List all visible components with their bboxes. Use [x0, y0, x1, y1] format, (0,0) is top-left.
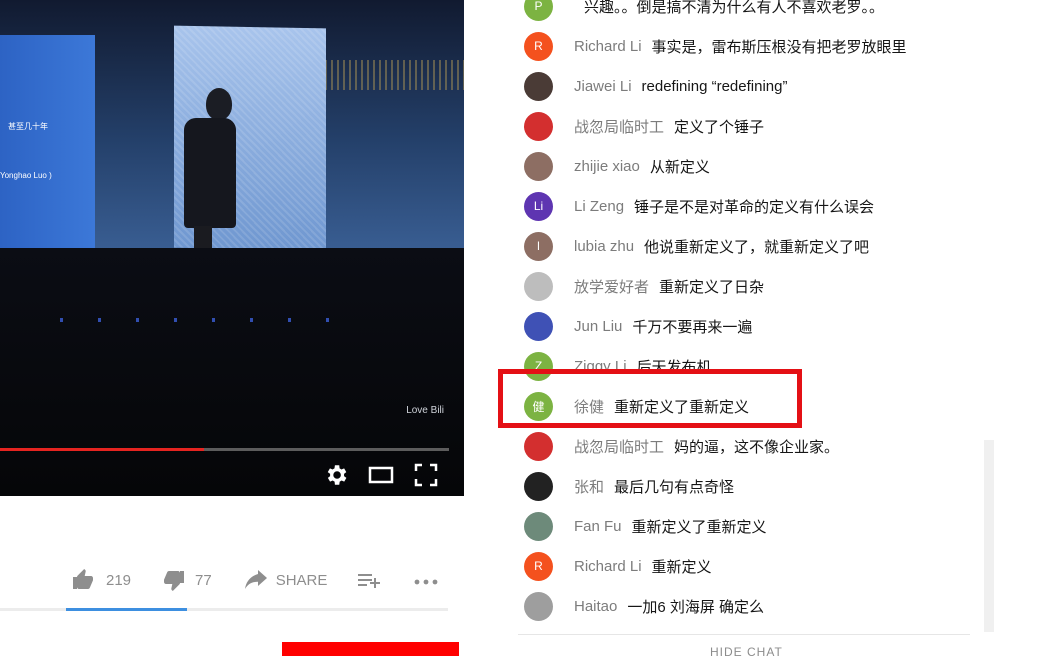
video-frame-lights	[325, 60, 464, 90]
screen-caption: 甚至几十年	[8, 122, 48, 131]
avatar[interactable]	[524, 71, 553, 101]
chat-scrollbar[interactable]	[984, 440, 994, 632]
chat-author-name[interactable]: 战忽局临时工	[574, 436, 664, 457]
gear-icon	[323, 462, 351, 488]
video-progress-bar[interactable]	[0, 448, 449, 451]
chat-author-name[interactable]: Jun Liu	[574, 318, 622, 335]
video-frame-side-screen: 甚至几十年 Yonghao Luo )	[0, 35, 95, 255]
chat-message-text: 一加6 刘海屏 确定么	[627, 598, 765, 616]
avatar[interactable]	[524, 311, 553, 341]
avatar[interactable]	[524, 431, 553, 461]
avatar[interactable]	[524, 151, 553, 181]
fullscreen-button[interactable]	[413, 462, 441, 488]
chat-message: Fan Fu 重新定义了重新定义	[524, 506, 974, 546]
chat-message: zhijie xiao 从新定义	[524, 146, 974, 186]
add-to-playlist-button[interactable]	[357, 569, 381, 591]
chat-author-name[interactable]: lubia zhu	[574, 238, 634, 255]
highlight-annotation-box	[498, 369, 802, 428]
chat-author-name[interactable]: Haitao	[574, 598, 617, 615]
chat-author-name[interactable]: Fan Fu	[574, 518, 622, 535]
avatar[interactable]	[524, 471, 553, 501]
screen-caption-name: Yonghao Luo )	[0, 171, 52, 180]
chat-message-text: 最后几句有点奇怪	[614, 478, 735, 496]
fullscreen-icon	[413, 462, 441, 488]
chat-message-text: 事实是，雷布斯压根没有把老罗放眼里	[651, 38, 907, 56]
chat-message: R Richard Li 事实是，雷布斯压根没有把老罗放眼里	[524, 26, 974, 66]
more-actions-button[interactable]	[413, 569, 439, 591]
chat-author-name[interactable]: Li Zeng	[574, 198, 624, 215]
chat-message: l lubia zhu 他说重新定义了，就重新定义了吧	[524, 226, 974, 266]
chat-message-text: 重新定义了日杂	[659, 278, 765, 296]
watermark: Love Bili	[406, 405, 444, 416]
video-frame-person-body	[184, 118, 236, 228]
hide-chat-button[interactable]: HIDE CHAT	[710, 645, 783, 659]
thumbs-down-icon	[161, 568, 187, 592]
video-frame-stage	[0, 248, 464, 496]
avatar[interactable]: Li	[524, 191, 553, 221]
chat-message: P 兴趣。。倒是搞不清为什么有人不喜欢老罗。。	[524, 0, 974, 26]
share-button[interactable]: SHARE	[244, 569, 328, 591]
chat-message-text: 重新定义了重新定义	[631, 518, 767, 536]
chat-author-name[interactable]: Jiawei Li	[574, 78, 632, 95]
share-label: SHARE	[275, 571, 328, 589]
chat-message: Jiawei Li redefining “redefining”	[524, 66, 974, 106]
video-frame-person-legs	[194, 226, 212, 248]
chat-message-text: 定义了个锤子	[674, 118, 765, 136]
avatar[interactable]	[524, 511, 553, 541]
avatar[interactable]: R	[524, 31, 553, 61]
like-ratio-bar	[0, 608, 448, 611]
playlist-add-icon	[357, 569, 381, 591]
share-arrow-icon	[244, 569, 268, 591]
chat-message-text: 重新定义	[651, 558, 712, 576]
chat-author-name[interactable]: 放学爱好者	[574, 276, 649, 297]
more-horizontal-icon	[413, 569, 439, 591]
chat-message-text: 千万不要再来一遍	[632, 318, 753, 336]
chat-message-text: redefining “redefining”	[641, 77, 788, 95]
chat-message: R Richard Li 重新定义	[524, 546, 974, 586]
chat-author-name[interactable]: 战忽局临时工	[574, 116, 664, 137]
dislike-count: 77	[195, 571, 212, 589]
settings-button[interactable]	[323, 462, 351, 488]
live-chat-panel: P 兴趣。。倒是搞不清为什么有人不喜欢老罗。。 R Richard Li 事实是，雷布斯…	[494, 0, 994, 634]
avatar[interactable]	[524, 271, 553, 301]
chat-message: Jun Liu 千万不要再来一遍	[524, 306, 974, 346]
like-ratio-fill	[66, 608, 188, 611]
chat-message-text: 锤子是不是对革命的定义有什么误会	[634, 198, 875, 216]
like-button[interactable]: 219	[70, 568, 131, 592]
video-progress-played	[0, 448, 205, 451]
chat-message-text: 妈的逼，这不像企业家。	[674, 438, 840, 456]
thumbs-up-icon	[70, 568, 96, 592]
video-actions-bar: 219 77 SHARE	[70, 567, 439, 593]
theater-mode-icon	[367, 462, 395, 488]
dislike-button[interactable]: 77	[161, 568, 212, 592]
like-count: 219	[106, 571, 132, 589]
chat-message: 张和 最后几句有点奇怪	[524, 466, 974, 506]
chat-message-text: 从新定义	[649, 158, 710, 176]
chat-message: Li Li Zeng 锤子是不是对革命的定义有什么误会	[524, 186, 974, 226]
chat-message: 放学爱好者 重新定义了日杂	[524, 266, 974, 306]
chat-message: Haitao 一加6 刘海屏 确定么	[524, 586, 974, 626]
avatar[interactable]: l	[524, 231, 553, 261]
subscribe-button[interactable]	[282, 642, 459, 656]
avatar[interactable]	[524, 591, 553, 621]
avatar[interactable]	[524, 111, 553, 141]
chat-author-name[interactable]: Richard Li	[574, 38, 642, 55]
chat-message-text: 他说重新定义了，就重新定义了吧	[644, 238, 870, 256]
video-frame-floor-lights	[60, 318, 360, 322]
chat-message-text: 兴趣。。倒是搞不清为什么有人不喜欢老罗。。	[584, 0, 885, 16]
chat-author-name[interactable]: zhijie xiao	[574, 158, 640, 175]
video-player[interactable]: 甚至几十年 Yonghao Luo ) Love Bili	[0, 0, 464, 496]
chat-divider	[518, 634, 970, 635]
chat-message: 战忽局临时工 妈的逼，这不像企业家。	[524, 426, 974, 466]
avatar[interactable]: P	[524, 0, 553, 21]
theater-mode-button[interactable]	[367, 462, 395, 488]
video-frame-person	[206, 88, 232, 120]
chat-author-name[interactable]: Richard Li	[574, 558, 642, 575]
chat-message: 战忽局临时工 定义了个锤子	[524, 106, 974, 146]
avatar[interactable]: R	[524, 551, 553, 581]
chat-author-name[interactable]: 张和	[574, 476, 604, 497]
